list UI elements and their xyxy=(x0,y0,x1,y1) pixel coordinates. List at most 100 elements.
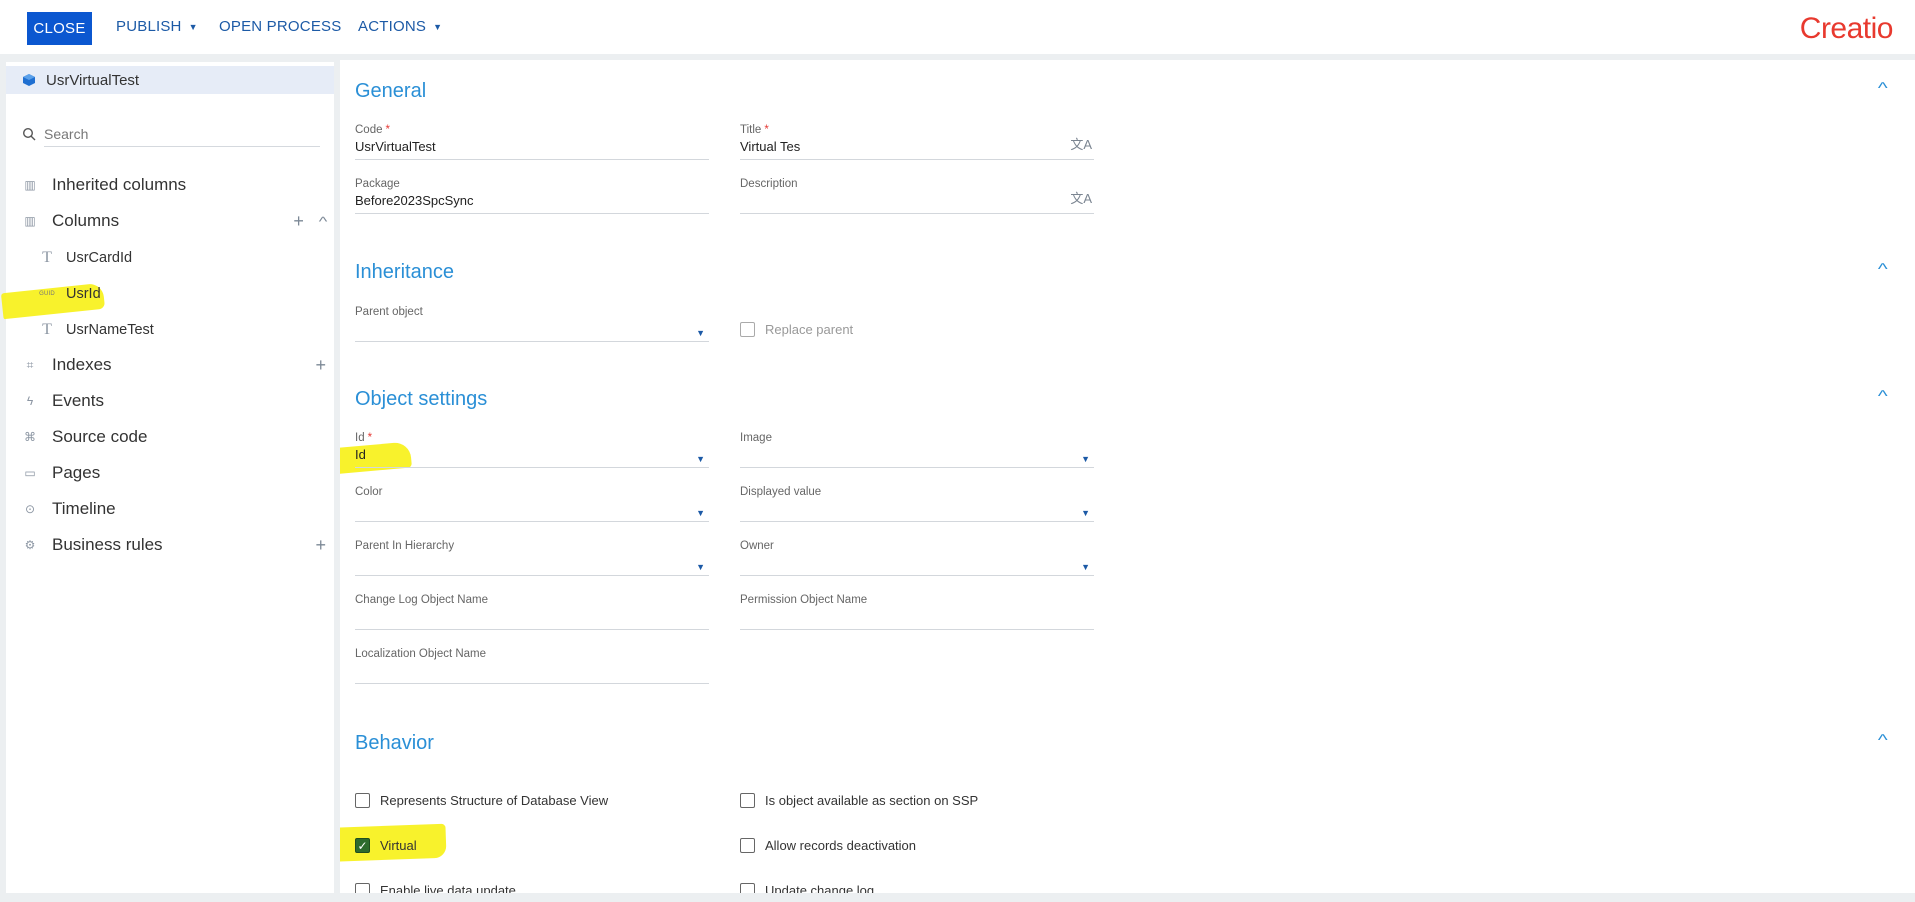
column-item-usrnametest[interactable]: T UsrNameTest xyxy=(38,318,154,342)
section-title-object-settings: Object settings xyxy=(355,388,488,410)
collapse-general-icon[interactable]: ^ xyxy=(1878,80,1888,98)
checkbox-virtual[interactable]: ✓ Virtual xyxy=(355,838,417,853)
checkbox-represents-db-view[interactable]: Represents Structure of Database View xyxy=(355,793,608,808)
change-log-field[interactable]: Change Log Object Name xyxy=(355,594,709,630)
image-label: Image xyxy=(740,432,772,444)
permission-label: Permission Object Name xyxy=(740,594,868,606)
translate-icon[interactable]: 文A xyxy=(1070,136,1092,154)
publish-button[interactable]: PUBLISH ▼ xyxy=(116,18,198,35)
checkbox-box[interactable] xyxy=(740,793,755,808)
displayed-value-label: Displayed value xyxy=(740,486,822,498)
sidebar-item-label: Timeline xyxy=(52,499,116,518)
checkbox-box[interactable] xyxy=(740,883,755,893)
image-field[interactable]: Image ▼ xyxy=(740,432,1094,468)
sidebar-item-label: Business rules xyxy=(52,535,163,554)
description-field[interactable]: Description 文A xyxy=(740,178,1094,214)
id-select[interactable]: Id ▼ xyxy=(355,444,709,468)
localization-input[interactable] xyxy=(355,660,709,684)
owner-field[interactable]: Owner ▼ xyxy=(740,540,1094,576)
code-icon: ⌘ xyxy=(24,430,36,444)
sidebar-item-pages[interactable]: ▭ Pages xyxy=(22,460,326,486)
collapse-object-settings-icon[interactable]: ^ xyxy=(1878,388,1888,406)
sidebar-item-label: Columns xyxy=(52,211,120,230)
translate-icon[interactable]: 文A xyxy=(1070,190,1092,208)
sidebar-item-timeline[interactable]: ⊙ Timeline xyxy=(22,496,326,522)
checkbox-label: Replace parent xyxy=(765,322,854,337)
checkbox-allow-deactivation[interactable]: Allow records deactivation xyxy=(740,838,916,853)
section-title-general: General xyxy=(355,80,427,102)
sidebar-item-inherited-columns[interactable]: ▥ Inherited columns xyxy=(22,172,326,198)
permission-input[interactable] xyxy=(740,606,1094,630)
search-input[interactable] xyxy=(44,121,320,147)
checkbox-box[interactable] xyxy=(740,322,755,337)
title-input[interactable]: Virtual Tes 文A xyxy=(740,136,1094,160)
add-index-icon[interactable]: + xyxy=(315,355,326,376)
description-input[interactable]: 文A xyxy=(740,190,1094,214)
guid-type-icon: GUID xyxy=(39,291,55,297)
parent-object-field[interactable]: Parent object ▼ xyxy=(355,306,709,342)
chevron-up-icon[interactable]: ^ xyxy=(319,214,328,232)
lightning-icon: ϟ xyxy=(26,394,34,408)
displayed-value-select[interactable]: ▼ xyxy=(740,498,1094,522)
checkbox-label: Is object available as section on SSP xyxy=(765,793,979,808)
id-label: Id * xyxy=(355,432,373,444)
sidebar-item-label: Events xyxy=(52,391,104,410)
permission-field[interactable]: Permission Object Name xyxy=(740,594,1094,630)
parent-object-select[interactable]: ▼ xyxy=(355,318,709,342)
column-item-usrid[interactable]: GUID UsrId xyxy=(38,282,101,306)
collapse-behavior-icon[interactable]: ^ xyxy=(1878,732,1888,750)
color-select[interactable]: ▼ xyxy=(355,498,709,522)
object-properties-panel: General ^ Code * UsrVirtualTest Title * Vi… xyxy=(340,60,1915,893)
change-log-input[interactable] xyxy=(355,606,709,630)
rules-icon: ⚙ xyxy=(24,538,36,552)
dropdown-arrow-icon: ▼ xyxy=(1081,562,1090,572)
parent-hierarchy-field[interactable]: Parent In Hierarchy ▼ xyxy=(355,540,709,576)
package-field: Package Before2023SpcSync xyxy=(355,178,709,214)
sidebar-item-events[interactable]: ϟ Events xyxy=(22,388,326,414)
color-field[interactable]: Color ▼ xyxy=(355,486,709,522)
actions-label: ACTIONS xyxy=(358,18,427,35)
description-label: Description xyxy=(740,178,798,190)
parent-hierarchy-select[interactable]: ▼ xyxy=(355,552,709,576)
code-input[interactable]: UsrVirtualTest xyxy=(355,136,709,160)
add-column-icon[interactable]: + xyxy=(293,211,304,232)
parent-hierarchy-label: Parent In Hierarchy xyxy=(355,540,455,552)
column-item-usrcardid[interactable]: T UsrCardId xyxy=(38,246,132,270)
dropdown-arrow-icon: ▼ xyxy=(1081,454,1090,464)
displayed-value-field[interactable]: Displayed value ▼ xyxy=(740,486,1094,522)
close-button[interactable]: CLOSE xyxy=(27,12,92,45)
checkbox-available-ssp[interactable]: Is object available as section on SSP xyxy=(740,793,978,808)
sidebar-item-label: Indexes xyxy=(52,355,112,374)
image-select[interactable]: ▼ xyxy=(740,444,1094,468)
sidebar-item-source-code[interactable]: ⌘ Source code xyxy=(22,424,326,450)
localization-label: Localization Object Name xyxy=(355,648,487,660)
id-field[interactable]: Id * Id ▼ xyxy=(355,432,709,468)
checkbox-live-data-update[interactable]: Enable live data update xyxy=(355,883,516,893)
checkbox-box[interactable] xyxy=(355,883,370,893)
checkbox-box-checked[interactable]: ✓ xyxy=(355,838,370,853)
open-process-button[interactable]: OPEN PROCESS xyxy=(219,18,341,35)
checkbox-update-change-log[interactable]: Update change log xyxy=(740,883,874,893)
owner-select[interactable]: ▼ xyxy=(740,552,1094,576)
actions-button[interactable]: ACTIONS ▼ xyxy=(358,18,442,35)
localization-field[interactable]: Localization Object Name xyxy=(355,648,709,684)
sidebar-item-indexes[interactable]: ⌗ Indexes + xyxy=(22,352,326,378)
columns-icon: ▥ xyxy=(24,178,36,192)
dropdown-arrow-icon: ▼ xyxy=(1081,508,1090,518)
collapse-inheritance-icon[interactable]: ^ xyxy=(1878,261,1888,279)
dropdown-arrow-icon: ▼ xyxy=(696,328,705,338)
sidebar-item-label: Inherited columns xyxy=(52,175,187,194)
checkbox-box[interactable] xyxy=(355,793,370,808)
section-title-inheritance: Inheritance xyxy=(355,261,454,283)
object-root-item[interactable]: UsrVirtualTest xyxy=(6,66,334,94)
add-business-rule-icon[interactable]: + xyxy=(315,535,326,556)
sidebar-item-business-rules[interactable]: ⚙ Business rules + xyxy=(22,532,326,558)
checkbox-box[interactable] xyxy=(740,838,755,853)
dropdown-arrow-icon: ▼ xyxy=(696,562,705,572)
column-label: UsrId xyxy=(66,286,101,302)
sidebar-item-label: Pages xyxy=(52,463,101,482)
replace-parent-checkbox[interactable]: Replace parent xyxy=(740,322,853,337)
sidebar-item-columns[interactable]: ▥ Columns + ^ xyxy=(22,208,328,234)
code-field[interactable]: Code * UsrVirtualTest xyxy=(355,124,709,160)
title-field[interactable]: Title * Virtual Tes 文A xyxy=(740,124,1094,160)
